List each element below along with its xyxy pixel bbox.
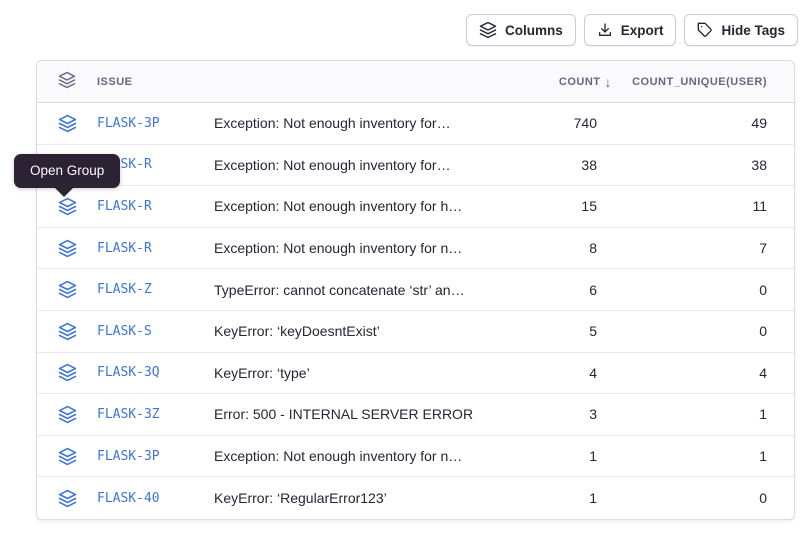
issue-layers-icon[interactable] xyxy=(58,405,77,424)
issue-icon-cell xyxy=(37,322,97,341)
count-unique-value: 4 xyxy=(597,365,794,381)
layers-icon xyxy=(58,71,76,92)
column-header-issue[interactable]: ISSUE xyxy=(97,76,500,88)
count-value: 15 xyxy=(500,198,597,214)
issue-link[interactable]: FLASK-3P xyxy=(97,449,214,464)
count-value: 4 xyxy=(500,365,597,381)
export-button[interactable]: Export xyxy=(584,14,677,46)
table-row: FLASK-R Exception: Not enough inventory … xyxy=(37,228,794,270)
issue-layers-icon[interactable] xyxy=(58,114,77,133)
issue-link[interactable]: FLASK-3Q xyxy=(97,365,214,380)
issue-layers-icon[interactable] xyxy=(58,322,77,341)
issue-link[interactable]: FLASK-3P xyxy=(97,116,214,131)
hide-tags-button-label: Hide Tags xyxy=(721,23,785,38)
count-value: 1 xyxy=(500,448,597,464)
issue-layers-icon[interactable] xyxy=(58,447,77,466)
issue-link[interactable]: FLASK-R xyxy=(97,241,214,256)
table-row: FLASK-3Z Error: 500 - INTERNAL SERVER ER… xyxy=(37,394,794,436)
open-group-tooltip-label: Open Group xyxy=(30,163,104,178)
count-unique-value: 7 xyxy=(597,240,794,256)
issue-title: Exception: Not enough inventory for h… xyxy=(214,198,500,214)
issue-link[interactable]: FLASK-40 xyxy=(97,491,214,506)
issue-icon-cell xyxy=(37,114,97,133)
export-button-label: Export xyxy=(621,23,664,38)
table-row: FLASK-3P Exception: Not enough inventory… xyxy=(37,436,794,478)
download-icon xyxy=(597,22,613,38)
count-unique-value: 1 xyxy=(597,448,794,464)
issue-title: Exception: Not enough inventory for… xyxy=(214,115,500,131)
results-table: ISSUE COUNT ↓ COUNT_UNIQUE(USER) FLASK-3… xyxy=(36,60,795,520)
issue-link[interactable]: FLASK-S xyxy=(97,324,214,339)
issue-title: Exception: Not enough inventory for… xyxy=(214,157,500,173)
count-unique-value: 49 xyxy=(597,115,794,131)
layers-icon xyxy=(479,21,497,39)
count-value: 1 xyxy=(500,490,597,506)
table-row: FLASK-Z TypeError: cannot concatenate ‘s… xyxy=(37,269,794,311)
columns-button[interactable]: Columns xyxy=(466,14,576,46)
issue-layers-icon[interactable] xyxy=(58,489,77,508)
issue-link[interactable]: FLASK-3Z xyxy=(97,407,214,422)
count-unique-value: 1 xyxy=(597,406,794,422)
issue-title: Exception: Not enough inventory for n… xyxy=(214,448,500,464)
count-unique-value: 0 xyxy=(597,490,794,506)
hide-tags-button[interactable]: Hide Tags xyxy=(684,14,798,46)
column-header-count-unique[interactable]: COUNT_UNIQUE(USER) xyxy=(597,76,794,88)
issue-icon-cell xyxy=(37,239,97,258)
count-value: 3 xyxy=(500,406,597,422)
issue-icon-cell xyxy=(37,405,97,424)
issue-layers-icon[interactable] xyxy=(58,239,77,258)
issue-title: KeyError: ‘keyDoesntExist’ xyxy=(214,323,500,339)
table-row: FLASK-R Exception: Not enough inventory … xyxy=(37,186,794,228)
table-row: FLASK-40 KeyError: ‘RegularError123’ 1 0 xyxy=(37,477,794,519)
issue-icon-cell xyxy=(37,363,97,382)
count-unique-value: 38 xyxy=(597,157,794,173)
issue-layers-icon[interactable] xyxy=(58,363,77,382)
count-value: 6 xyxy=(500,282,597,298)
issue-icon-cell xyxy=(37,447,97,466)
tag-icon xyxy=(697,22,713,38)
table-body: FLASK-3P Exception: Not enough inventory… xyxy=(37,103,794,519)
issue-title: KeyError: ‘RegularError123’ xyxy=(214,490,500,506)
columns-button-label: Columns xyxy=(505,23,563,38)
table-row: FLASK-3P Exception: Not enough inventory… xyxy=(37,103,794,145)
table-header: ISSUE COUNT ↓ COUNT_UNIQUE(USER) xyxy=(37,61,794,103)
issue-icon-cell xyxy=(37,489,97,508)
table-row: FLASK-R Exception: Not enough inventory … xyxy=(37,145,794,187)
toolbar: Columns Export Hide Tags xyxy=(466,14,798,46)
issue-icon-cell xyxy=(37,280,97,299)
issue-title: KeyError: ‘type’ xyxy=(214,365,500,381)
issue-title: Error: 500 - INTERNAL SERVER ERROR xyxy=(214,406,500,422)
issue-layers-icon[interactable] xyxy=(58,280,77,299)
count-value: 740 xyxy=(500,115,597,131)
count-value: 5 xyxy=(500,323,597,339)
count-value: 8 xyxy=(500,240,597,256)
issue-title: Exception: Not enough inventory for n… xyxy=(214,240,500,256)
issue-title: TypeError: cannot concatenate ‘str’ an… xyxy=(214,282,500,298)
count-unique-value: 11 xyxy=(597,198,794,214)
issue-link[interactable]: FLASK-R xyxy=(97,199,214,214)
open-group-tooltip: Open Group xyxy=(14,154,120,188)
table-row: FLASK-S KeyError: ‘keyDoesntExist’ 5 0 xyxy=(37,311,794,353)
issue-layers-icon[interactable] xyxy=(58,197,77,216)
column-header-count[interactable]: COUNT ↓ xyxy=(500,75,597,89)
issue-icon-cell xyxy=(37,197,97,216)
column-header-count-label: COUNT xyxy=(559,76,601,88)
count-unique-value: 0 xyxy=(597,282,794,298)
count-unique-value: 0 xyxy=(597,323,794,339)
table-row: FLASK-3Q KeyError: ‘type’ 4 4 xyxy=(37,353,794,395)
header-icon-cell xyxy=(37,71,97,92)
count-value: 38 xyxy=(500,157,597,173)
issue-link[interactable]: FLASK-Z xyxy=(97,282,214,297)
